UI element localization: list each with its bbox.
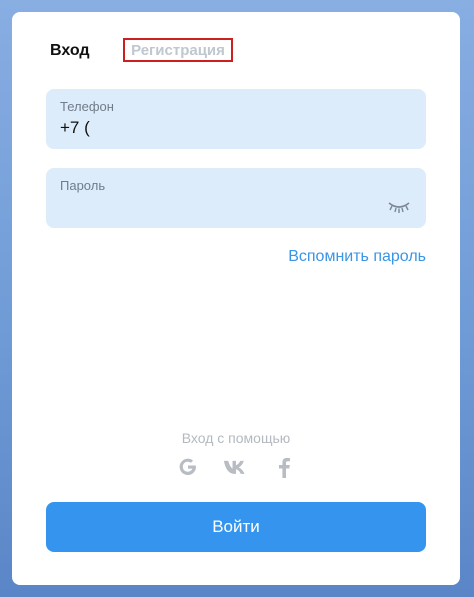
social-login-caption: Вход с помощью [181,430,291,446]
auth-tabs: Вход Регистрация [12,12,460,92]
forgot-password-link[interactable]: Вспомнить пароль [288,248,426,266]
phone-input[interactable]: +7 ( [60,118,90,138]
tab-login[interactable]: Вход [50,42,90,60]
eye-closed-icon[interactable] [386,198,412,214]
vk-icon[interactable] [223,454,249,480]
password-label: Пароль [60,178,106,193]
login-submit-label: Войти [212,517,260,536]
tab-register[interactable]: Регистрация [123,38,233,62]
phone-field[interactable]: Телефон +7 ( [46,89,426,149]
login-card: Вход Регистрация Телефон +7 ( Пароль Всп… [12,12,460,585]
social-login-buttons [12,454,460,480]
tab-register-label: Регистрация [131,41,225,59]
password-field[interactable]: Пароль [46,168,426,228]
phone-label: Телефон [60,99,114,114]
google-icon[interactable] [175,454,201,480]
facebook-icon[interactable] [271,454,297,480]
login-submit-button[interactable]: Войти [46,502,426,552]
